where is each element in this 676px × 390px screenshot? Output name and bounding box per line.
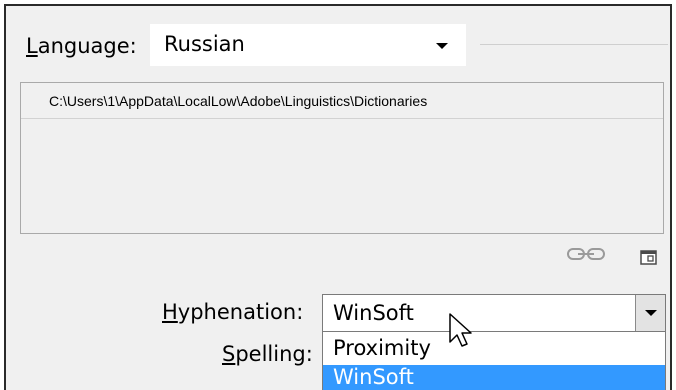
- dictionary-path: C:\Users\1\AppData\LocalLow\Adobe\Lingui…: [49, 93, 428, 109]
- chevron-down-icon: [645, 310, 657, 316]
- chain-link-icon[interactable]: [566, 244, 606, 268]
- spelling-label: Spelling:: [222, 342, 313, 366]
- separator-line: [480, 44, 668, 45]
- hyphenation-select[interactable]: WinSoft: [322, 294, 666, 332]
- list-item[interactable]: C:\Users\1\AppData\LocalLow\Adobe\Lingui…: [21, 83, 663, 119]
- hyphenation-dropdown-list: Proximity WinSoft: [322, 332, 666, 390]
- language-select[interactable]: Russian: [150, 24, 466, 66]
- hyphenation-value: WinSoft: [333, 301, 414, 325]
- dropdown-button[interactable]: [635, 295, 665, 331]
- option-proximity[interactable]: Proximity: [323, 336, 665, 365]
- option-winsoft[interactable]: WinSoft: [323, 365, 665, 390]
- mouse-pointer-icon: [448, 312, 472, 353]
- chevron-down-icon: [436, 43, 448, 49]
- dictionary-paths-list[interactable]: C:\Users\1\AppData\LocalLow\Adobe\Lingui…: [20, 82, 664, 234]
- language-label: Language:: [26, 34, 137, 58]
- new-item-icon[interactable]: [640, 247, 658, 271]
- language-value: Russian: [164, 32, 245, 56]
- hyphenation-label: Hyphenation:: [162, 300, 304, 324]
